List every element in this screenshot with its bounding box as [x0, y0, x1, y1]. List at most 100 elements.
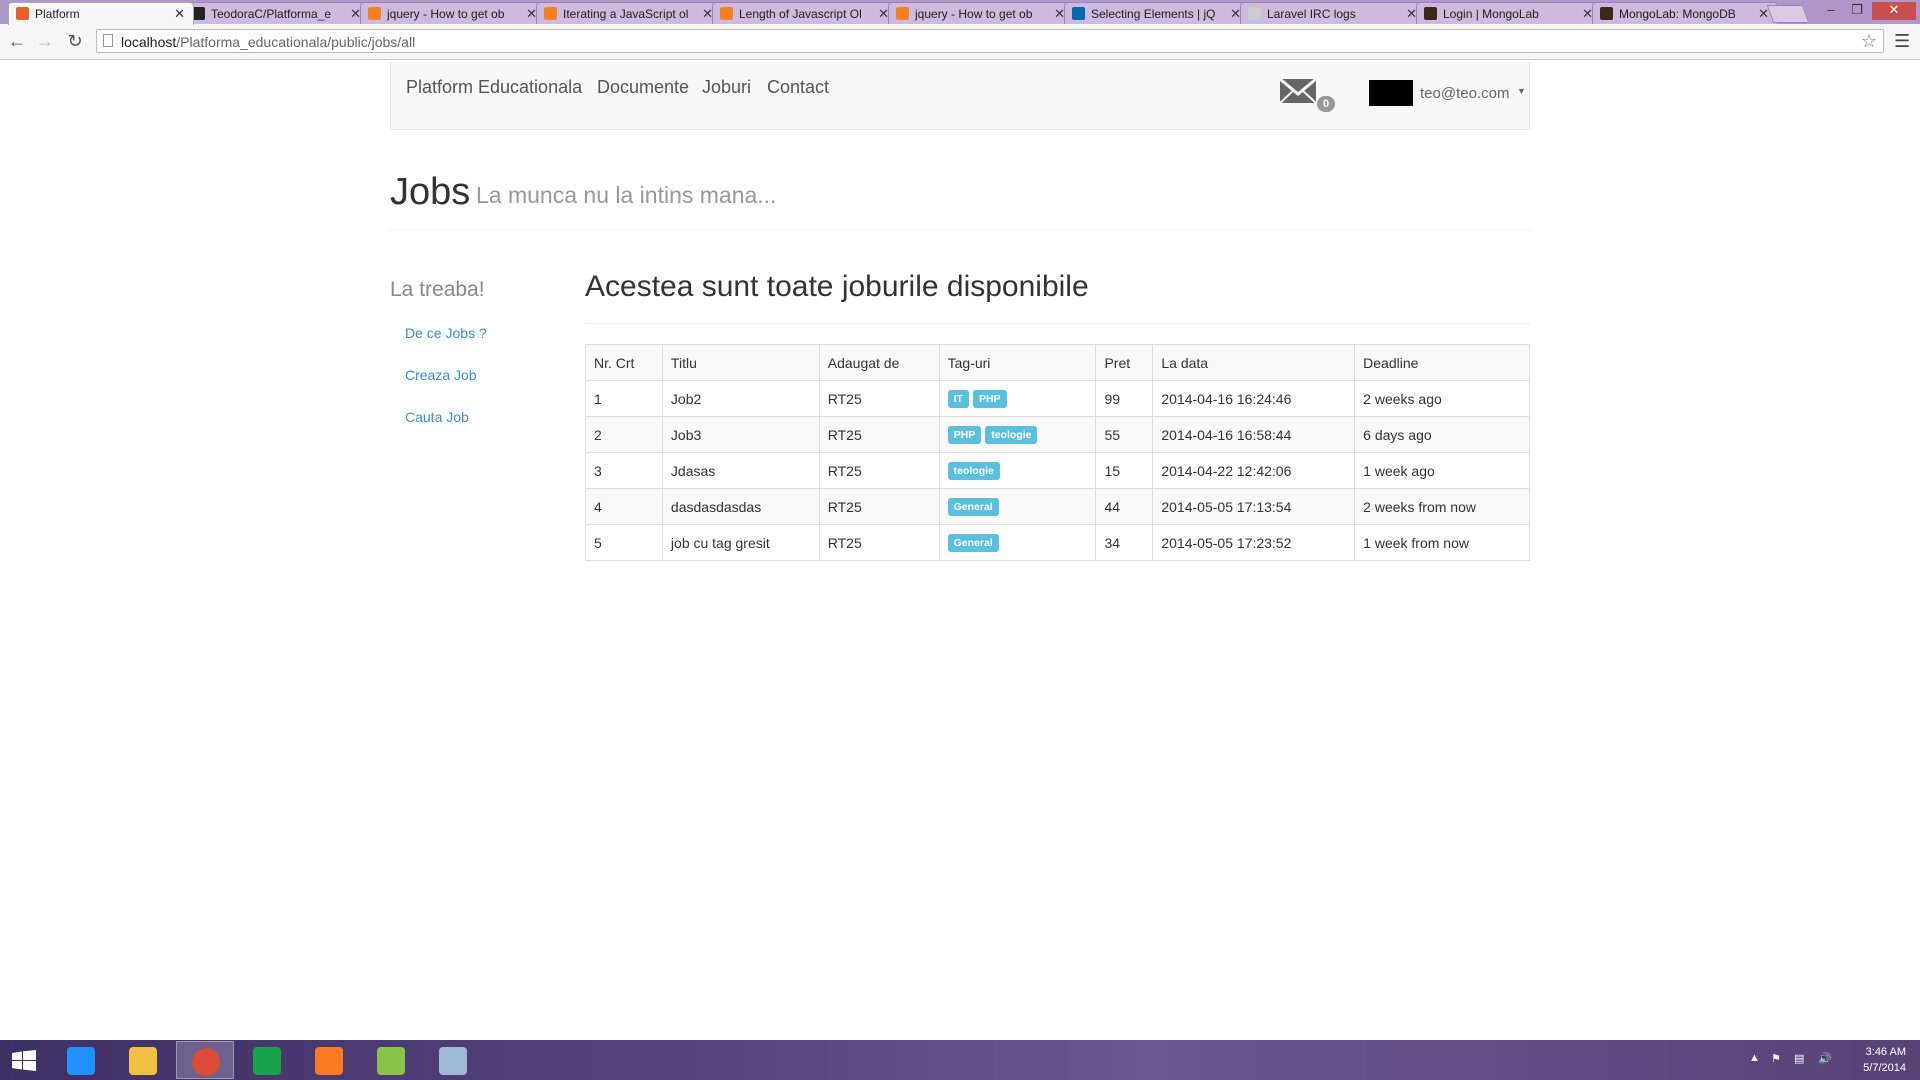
- chrome-menu-icon[interactable]: ☰: [1894, 31, 1910, 52]
- cell-tags: teologie: [938, 452, 1097, 489]
- browser-tab[interactable]: Login | MongoLab ✕: [1416, 2, 1602, 24]
- user-email: teo@teo.com: [1420, 85, 1510, 102]
- chrome-icon: [192, 1048, 220, 1076]
- browser-tab[interactable]: TeodoraC/Platforma_e ✕: [184, 2, 370, 24]
- address-bar[interactable]: localhost/Platforma_educationala/public/…: [96, 29, 1884, 53]
- sidebar-link-cauta-job[interactable]: Cauta Job: [405, 409, 469, 425]
- column-header: Titlu: [661, 344, 820, 381]
- cell-title: Jdasas: [661, 452, 820, 489]
- cell-nr: 3: [585, 452, 663, 489]
- tab-close-icon[interactable]: ✕: [174, 6, 185, 22]
- tab-label: TeodoraC/Platforma_e: [211, 7, 332, 21]
- action-center-flag-icon[interactable]: ⚑: [1771, 1052, 1781, 1065]
- forward-icon[interactable]: →: [34, 31, 56, 51]
- tab-favicon-icon: [896, 7, 909, 20]
- browser-tab[interactable]: Length of Javascript Ol ✕: [712, 2, 898, 24]
- taskbar-file-explorer-button[interactable]: [114, 1041, 172, 1079]
- tag-label: PHP: [947, 425, 982, 444]
- nav-link-documente[interactable]: Documente: [597, 77, 689, 98]
- taskbar-notepad-plus-plus-button[interactable]: [362, 1041, 420, 1079]
- new-tab-button[interactable]: [1766, 5, 1810, 23]
- browser-tab[interactable]: MongoLab: MongoDB ✕: [1592, 2, 1778, 24]
- taskbar-internet-explorer-button[interactable]: [52, 1041, 110, 1079]
- tab-favicon-icon: [1600, 7, 1613, 20]
- cell-deadline: 2 weeks ago: [1354, 380, 1530, 417]
- browser-tab[interactable]: jquery - How to get ob ✕: [360, 2, 546, 24]
- restore-icon[interactable]: ❐: [1846, 2, 1868, 18]
- cell-date: 2014-05-05 17:23:52: [1152, 524, 1356, 561]
- cell-deadline: 6 days ago: [1354, 416, 1530, 453]
- windows-start-icon[interactable]: [12, 1050, 36, 1072]
- tab-label: Platform: [35, 7, 80, 21]
- volume-icon[interactable]: 🔊: [1818, 1052, 1832, 1065]
- table-row: 3 Jdasas RT25 teologie 15 2014-04-22 12:42:06…: [585, 452, 1530, 489]
- tab-label: Laravel IRC logs: [1267, 7, 1356, 21]
- tab-favicon-icon: [720, 7, 733, 20]
- store-icon: [253, 1047, 281, 1075]
- tag-label: teologie: [947, 461, 1000, 480]
- notepad-plus-plus-icon: [377, 1047, 405, 1075]
- cell-added-by: RT25: [818, 524, 940, 561]
- tab-favicon-icon: [1248, 7, 1261, 20]
- page-icon: [103, 34, 113, 47]
- tab-favicon-icon: [16, 7, 29, 20]
- cell-date: 2014-04-22 12:42:06: [1152, 452, 1356, 489]
- jobs-table: Nr. Crt Titlu Adaugat de Tag-uri Pret La…: [585, 344, 1530, 561]
- cell-price: 15: [1095, 452, 1154, 489]
- nav-link-contact[interactable]: Contact: [767, 77, 829, 98]
- tag-label: teologie: [985, 425, 1038, 444]
- cell-added-by: RT25: [818, 380, 940, 417]
- tab-label: Length of Javascript Ol: [739, 7, 862, 21]
- taskbar-chrome-button[interactable]: [176, 1041, 234, 1079]
- sidebar-link-de-ce-jobs[interactable]: De ce Jobs ?: [405, 325, 487, 341]
- table-row: 5 job cu tag gresit RT25 General 34 2014-05-0…: [585, 524, 1530, 561]
- cell-nr: 5: [585, 524, 663, 561]
- cell-date: 2014-04-16 16:58:44: [1152, 416, 1356, 453]
- browser-tab[interactable]: Selecting Elements | jQ ✕: [1064, 2, 1250, 24]
- reload-icon[interactable]: ↻: [64, 31, 86, 51]
- tag-label: IT: [947, 389, 969, 408]
- navbar-brand[interactable]: Platform Educationala: [406, 77, 582, 98]
- cell-added-by: RT25: [818, 452, 940, 489]
- cell-title: Job2: [661, 380, 820, 417]
- tag-label: General: [947, 497, 999, 516]
- browser-toolbar: ← → ↻ localhost/Platforma_educationala/p…: [0, 24, 1920, 60]
- close-window-icon[interactable]: ✕: [1872, 2, 1916, 20]
- tab-label: Iterating a JavaScript ol: [563, 7, 689, 21]
- system-clock[interactable]: 3:46 AM 5/7/2014: [1846, 1044, 1906, 1076]
- bookmark-star-icon[interactable]: ☆: [1861, 31, 1877, 52]
- cell-tags: General: [938, 524, 1097, 561]
- browser-tab[interactable]: Iterating a JavaScript ol ✕: [536, 2, 722, 24]
- minimize-icon[interactable]: –: [1820, 2, 1842, 17]
- cell-price: 44: [1095, 488, 1154, 525]
- table-row: 1 Job2 RT25 IT PHP 99 2014-04-16 16:24:46 2 wee…: [585, 380, 1530, 417]
- tab-favicon-icon: [1424, 7, 1437, 20]
- divider: [585, 323, 1530, 324]
- column-header: Pret: [1095, 344, 1154, 381]
- sidebar-link-creaza-job[interactable]: Creaza Job: [405, 367, 477, 383]
- taskbar-paint-button[interactable]: [424, 1041, 482, 1079]
- browser-tab[interactable]: Laravel IRC logs ✕: [1240, 2, 1426, 24]
- back-icon[interactable]: ←: [6, 31, 28, 51]
- browser-tab[interactable]: Platform ✕: [8, 2, 194, 25]
- main-heading: Acestea sunt toate joburile disponibile: [585, 270, 1089, 303]
- windows-taskbar: ▲ ⚑ ▤ 🔊 3:46 AM 5/7/2014: [0, 1040, 1920, 1080]
- tab-label: Selecting Elements | jQ: [1091, 7, 1216, 21]
- clock-time: 3:46 AM: [1865, 1046, 1906, 1058]
- network-icon[interactable]: ▤: [1794, 1052, 1804, 1065]
- cell-title: Job3: [661, 416, 820, 453]
- cell-added-by: RT25: [818, 488, 940, 525]
- cell-title: dasdasdasdas: [661, 488, 820, 525]
- cell-added-by: RT25: [818, 416, 940, 453]
- taskbar-xampp-button[interactable]: [300, 1041, 358, 1079]
- site-navbar: Platform Educationala Documente Joburi C…: [390, 62, 1530, 130]
- taskbar-store-button[interactable]: [238, 1041, 296, 1079]
- avatar: [1369, 80, 1413, 106]
- show-hidden-icons-icon[interactable]: ▲: [1749, 1052, 1760, 1064]
- mail-icon[interactable]: [1279, 76, 1319, 106]
- nav-link-joburi[interactable]: Joburi: [702, 77, 751, 98]
- page-subtitle: La munca nu la intins mana...: [476, 182, 777, 208]
- column-header: Nr. Crt: [585, 344, 663, 381]
- browser-tab[interactable]: jquery - How to get ob ✕: [888, 2, 1074, 24]
- tab-favicon-icon: [368, 7, 381, 20]
